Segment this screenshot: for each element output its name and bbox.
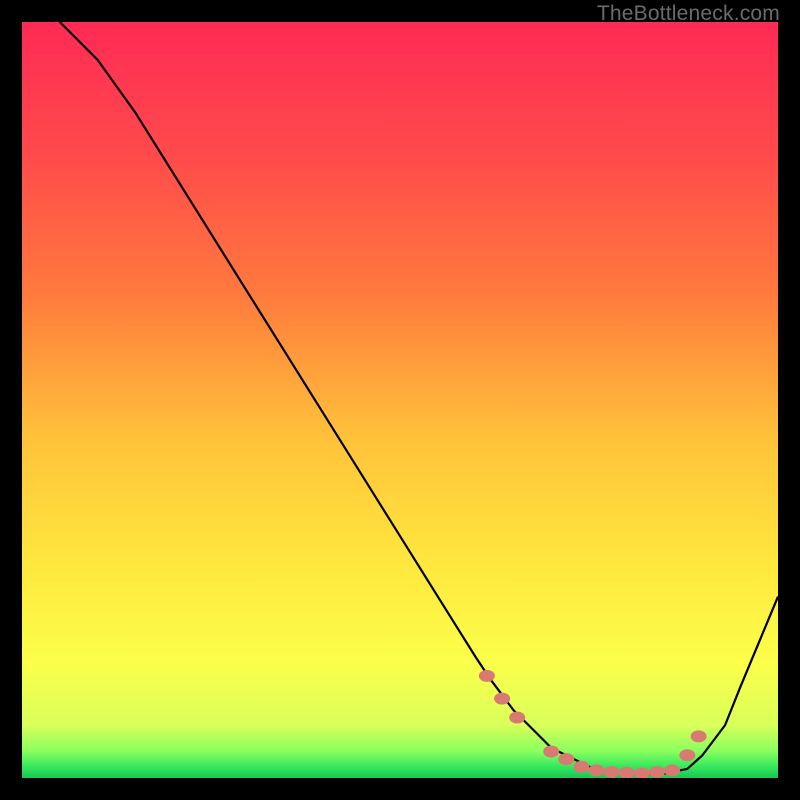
highlight-dot bbox=[664, 764, 680, 776]
highlight-dot bbox=[679, 749, 695, 761]
highlight-dot bbox=[494, 693, 510, 705]
highlight-dot bbox=[589, 764, 605, 776]
highlight-dot bbox=[604, 766, 620, 778]
highlight-dot bbox=[619, 767, 635, 778]
curve-layer bbox=[22, 22, 778, 778]
bottleneck-curve bbox=[60, 22, 778, 774]
highlight-dot bbox=[634, 768, 650, 779]
highlight-dot bbox=[543, 746, 559, 758]
highlight-dot bbox=[573, 761, 589, 773]
highlight-dots bbox=[479, 670, 707, 778]
highlight-dot bbox=[509, 712, 525, 724]
chart-root: TheBottleneck.com bbox=[0, 0, 800, 800]
highlight-dot bbox=[479, 670, 495, 682]
highlight-dot bbox=[691, 730, 707, 742]
plot-area bbox=[22, 22, 778, 778]
highlight-dot bbox=[558, 753, 574, 765]
highlight-dot bbox=[649, 766, 665, 778]
watermark-label: TheBottleneck.com bbox=[597, 2, 780, 26]
